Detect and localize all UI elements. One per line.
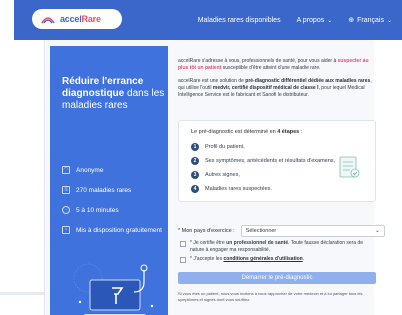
certify-checkbox-row: * Je certifie être un professionnel de s…: [180, 240, 376, 253]
step-item: 4 Maladies rares suspectées.: [191, 185, 272, 193]
patient-footnote: Si vous êtes un patient, nous vous invit…: [178, 291, 363, 302]
logo-text: accelRare: [60, 14, 101, 24]
step-item: 1 Profil du patient,: [191, 143, 245, 151]
country-select[interactable]: Sélectionner ⌄: [240, 225, 385, 237]
terms-link[interactable]: conditions générales d'utilisation: [223, 256, 302, 262]
clock-icon: ·: [62, 206, 70, 214]
start-prediagnostic-button[interactable]: Démarrer le pré-diagnostic: [178, 272, 376, 284]
feature-item: · 5 à 10 minutes: [62, 206, 162, 214]
certify-label: * Je certifie être un professionnel de s…: [190, 240, 364, 253]
feature-item: ◠ Anonyme: [62, 166, 104, 174]
nav-diseases[interactable]: Maladies rares disponibles: [198, 17, 281, 24]
laptop-stethoscope-illustration: [73, 263, 154, 315]
feature-item: ≡ 270 maladies rares: [62, 186, 162, 194]
gift-icon: ▫: [62, 226, 70, 234]
country-row: * Mon pays d'exercice : Sélectionner ⌄: [178, 225, 385, 237]
nav-about[interactable]: A propos ⌄: [297, 17, 333, 24]
certify-checkbox[interactable]: [180, 241, 186, 247]
intro-paragraph-1: accelRare s'adresse à vous, professionne…: [178, 58, 369, 71]
step-item: 3 Autres signes,: [191, 171, 240, 179]
intro-section: accelRare s'adresse à vous, professionne…: [178, 46, 376, 99]
feature-list: ◠ Anonyme ≡ 270 maladies rares · 5 à 10 …: [62, 166, 162, 246]
intro-paragraph-2: accelRare est une solution de pré-diagno…: [178, 78, 372, 98]
user-icon: ◠: [62, 166, 70, 174]
globe-icon: ⊕: [348, 17, 355, 24]
country-label: * Mon pays d'exercice :: [178, 228, 235, 234]
top-header: accelRare Maladies rares disponibles A p…: [14, 0, 402, 40]
chevron-down-icon: ⌄: [327, 17, 333, 24]
feature-item: ▫ Mis à disposition gratuitement: [62, 226, 162, 234]
accelrare-logo[interactable]: accelRare: [32, 9, 122, 29]
hero-title: Réduire l'errance diagnostique dans les …: [62, 76, 165, 111]
steps-card: Le pré-diagnostic est déterminé en 4 éta…: [178, 120, 376, 202]
terms-label: * J'accepte les conditions générales d'u…: [190, 256, 305, 262]
list-icon: ≡: [62, 186, 70, 194]
left-panel: Réduire l'errance diagnostique dans les …: [50, 46, 168, 315]
chevron-down-icon: ⌄: [386, 17, 392, 24]
step-item: 2 Ses symptômes, antécédents et résultats…: [191, 157, 335, 165]
chevron-down-icon: ⌄: [375, 228, 380, 234]
checklist-illustration: [339, 156, 360, 178]
terms-checkbox-row: * J'accepte les conditions générales d'u…: [180, 256, 304, 263]
terms-checkbox[interactable]: [180, 257, 186, 263]
steps-title: Le pré-diagnostic est déterminé en 4 éta…: [191, 129, 303, 135]
main-nav: Maladies rares disponibles A propos ⌄ ⊕ Fr…: [198, 0, 392, 40]
logo-mark-icon: [41, 17, 55, 24]
nav-language[interactable]: ⊕ Français ⌄: [348, 16, 392, 25]
